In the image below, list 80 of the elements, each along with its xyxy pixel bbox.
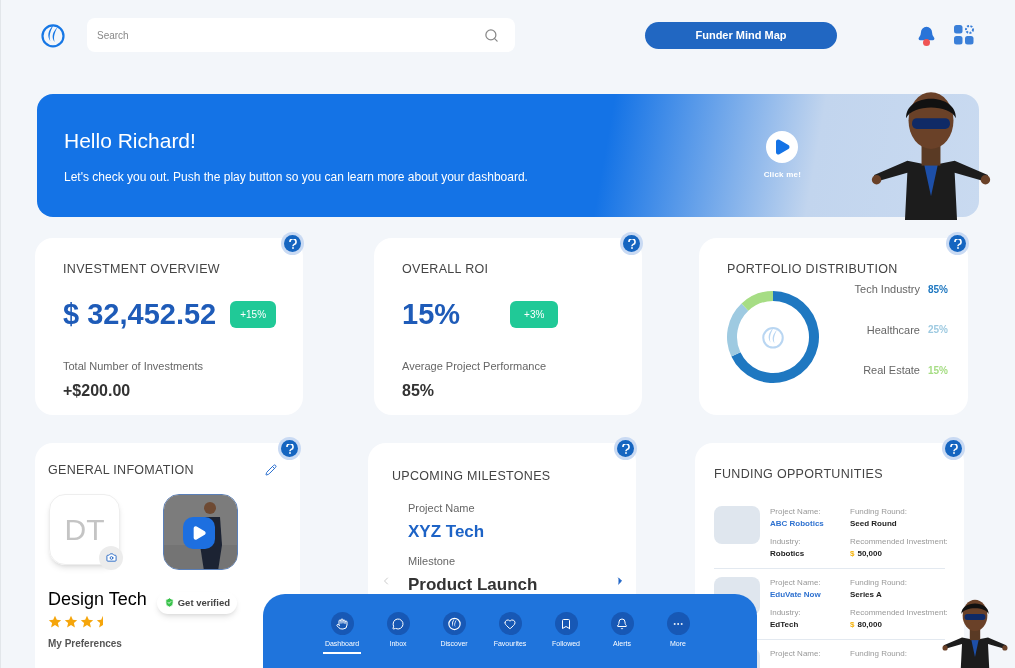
milestone-label: Project Name — [408, 500, 476, 516]
card-title: GENERAL INFOMATION — [48, 462, 194, 479]
bell-icon — [616, 617, 628, 630]
currency-sign: $ — [850, 547, 855, 560]
card-title: UPCOMING MILESTONES — [392, 468, 552, 485]
help-icon[interactable] — [623, 235, 640, 252]
legend-label: Tech Industry — [854, 282, 920, 297]
notification-bell[interactable] — [917, 25, 936, 45]
star-icon — [64, 614, 78, 628]
field-value: 50,000 — [857, 547, 882, 560]
dashboard-icon — [336, 617, 348, 630]
chat-icon — [392, 617, 404, 630]
project-link[interactable]: ABC Robotics — [770, 517, 850, 530]
field-value: Series A — [850, 588, 883, 601]
discover-icon — [446, 616, 462, 631]
banner-title: Hello Richard! — [64, 127, 197, 154]
help-icon[interactable] — [945, 440, 962, 457]
field-value: Seed Round — [850, 517, 898, 530]
bookmark-icon — [560, 617, 572, 630]
half-star-icon — [96, 614, 103, 628]
field-value: Robotics — [770, 547, 806, 560]
field-label: Project Name: — [770, 576, 822, 589]
field-label: Project Name: — [770, 505, 822, 518]
field-label: Funding Round: — [850, 647, 907, 660]
logo-icon — [39, 21, 67, 49]
play-label: Click me! — [763, 168, 801, 181]
card-title: PORTFOLIO DISTRIBUTION — [727, 261, 899, 278]
preferences-label: My Preferences — [48, 636, 123, 651]
play-icon — [191, 524, 207, 541]
change-badge: +3% — [510, 301, 559, 328]
project-link[interactable]: EduVate Now — [770, 588, 850, 601]
star-icon — [48, 614, 62, 628]
field-label: Industry: — [770, 606, 802, 619]
apps-settings-icon[interactable] — [954, 25, 974, 45]
field-value: 80,000 — [857, 618, 882, 631]
investment-amount: $ 32,452.52 — [63, 296, 217, 332]
company-name: Design Tech — [48, 587, 147, 611]
milestone-label: Milestone — [408, 553, 457, 569]
play-button[interactable] — [183, 516, 215, 549]
help-icon[interactable] — [617, 440, 634, 457]
field-value: EdTech — [770, 618, 800, 631]
milestone-value: XYZ Tech — [408, 521, 486, 544]
shield-icon — [163, 597, 175, 609]
milestone-value: Product Launch — [408, 574, 539, 597]
camera-button[interactable] — [99, 545, 123, 570]
field-label: Funding Round: — [850, 576, 908, 589]
card-title: FUNDING OPPORTUNITIES — [714, 466, 884, 483]
card-title: OVERALL ROI — [402, 261, 490, 278]
field-label: Industry: — [770, 535, 802, 548]
field-label: Recommended Investment: — [850, 606, 948, 619]
heart-icon — [504, 617, 516, 630]
legend-value: 25% — [928, 323, 949, 338]
legend-label: Healthcare — [866, 322, 920, 338]
stat-value: 85% — [402, 380, 436, 401]
star-icon — [80, 614, 94, 628]
legend-label: Real Estate — [863, 363, 920, 378]
currency-sign: $ — [850, 618, 855, 631]
change-badge: +15% — [230, 301, 277, 328]
card-title: INVESTMENT OVERVIEW — [63, 261, 221, 278]
search-icon[interactable] — [484, 28, 499, 43]
search-field[interactable]: Search — [87, 18, 515, 52]
banner-text: Let's check you out. Push the play button so you can learn more about your dashboard. — [64, 169, 528, 187]
field-label: Funding Round: — [850, 505, 908, 518]
edit-icon[interactable] — [265, 464, 277, 477]
stat-label: Total Number of Investments — [63, 359, 204, 375]
play-icon — [773, 137, 792, 156]
field-label: Recommended Investment: — [850, 535, 948, 548]
stat-label: Average Project Performance — [402, 359, 548, 375]
legend-value: 15% — [928, 363, 949, 378]
project-thumbnail — [714, 505, 760, 544]
help-icon[interactable] — [284, 235, 301, 252]
help-icon[interactable] — [949, 235, 966, 252]
field-label: Project Name: — [770, 647, 822, 660]
roi-value: 15% — [402, 296, 461, 332]
verify-button[interactable]: Get verified — [156, 591, 237, 614]
help-icon[interactable] — [281, 440, 298, 457]
legend-value: 85% — [928, 282, 949, 297]
mind-map-button[interactable]: Funder Mind Map — [645, 21, 837, 49]
stat-value: +$200.00 — [63, 380, 132, 401]
camera-icon — [105, 552, 117, 564]
